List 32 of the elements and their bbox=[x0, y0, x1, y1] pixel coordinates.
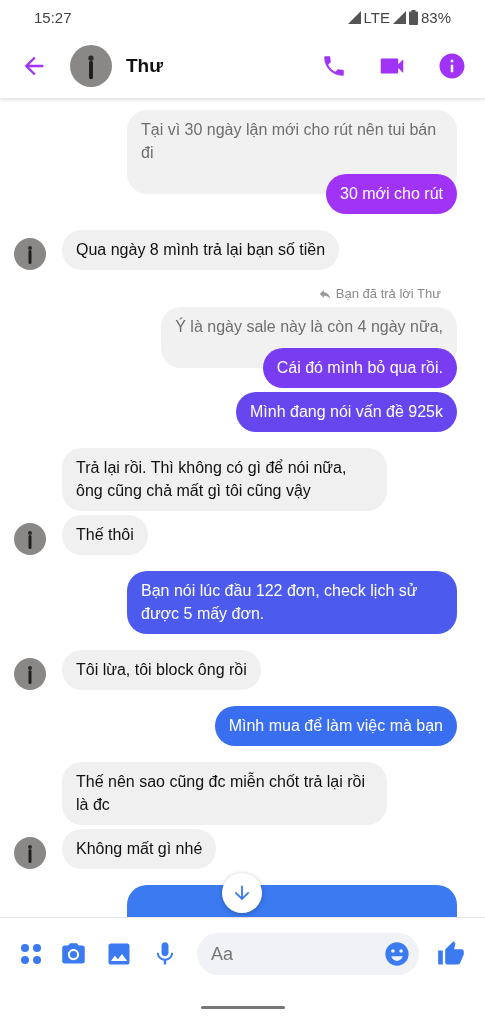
scroll-down-button[interactable] bbox=[222, 873, 262, 913]
received-message: Không mất gì nhé bbox=[62, 829, 217, 869]
reply-note: Bạn đã trả lời Thư bbox=[335, 286, 441, 301]
avatar bbox=[14, 837, 46, 869]
received-message: Thế thôi bbox=[62, 515, 148, 555]
contact-name: Thư bbox=[126, 55, 164, 77]
received-message: Thế nên sao cũng đc miễn chốt trả lại rồi là đc bbox=[62, 762, 387, 825]
status-time: 15:27 bbox=[34, 8, 72, 26]
message-field[interactable]: Aa bbox=[197, 933, 419, 975]
info-button[interactable] bbox=[437, 51, 467, 81]
emoji-icon[interactable] bbox=[383, 940, 411, 968]
avatar bbox=[70, 45, 112, 87]
sent-message: Mình đang nói vấn đề 925k bbox=[235, 392, 457, 432]
sent-message: Mình mua để làm việc mà bạn bbox=[214, 706, 457, 746]
received-message: Tôi lừa, tôi block ông rồi bbox=[62, 650, 261, 690]
received-message: Qua ngày 8 mình trả lại bạn số tiền bbox=[62, 230, 340, 270]
avatar bbox=[14, 238, 46, 270]
like-button[interactable] bbox=[437, 940, 465, 968]
phone-button[interactable] bbox=[321, 53, 347, 79]
received-message: Trả lại rồi. Thì không có gì để nói nữa, ông cũng chả mất gì tôi cũng vậy bbox=[62, 448, 387, 511]
battery-icon bbox=[408, 9, 418, 25]
battery-level: 83% bbox=[420, 8, 451, 26]
signal-icon bbox=[392, 10, 406, 24]
apps-icon[interactable] bbox=[20, 943, 42, 965]
avatar bbox=[14, 658, 46, 690]
avatar bbox=[14, 523, 46, 555]
sent-message: Cái đó mình bỏ qua rồi. bbox=[262, 348, 457, 388]
sent-message: Bạn nói lúc đầu 122 đơn, check lịch sử được 5 mấy đơn. bbox=[127, 571, 457, 634]
home-indicator[interactable] bbox=[200, 1005, 285, 1009]
sent-message: 30 mới cho rút bbox=[326, 174, 457, 214]
network-type: LTE bbox=[363, 8, 390, 26]
signal-icon bbox=[347, 10, 361, 24]
